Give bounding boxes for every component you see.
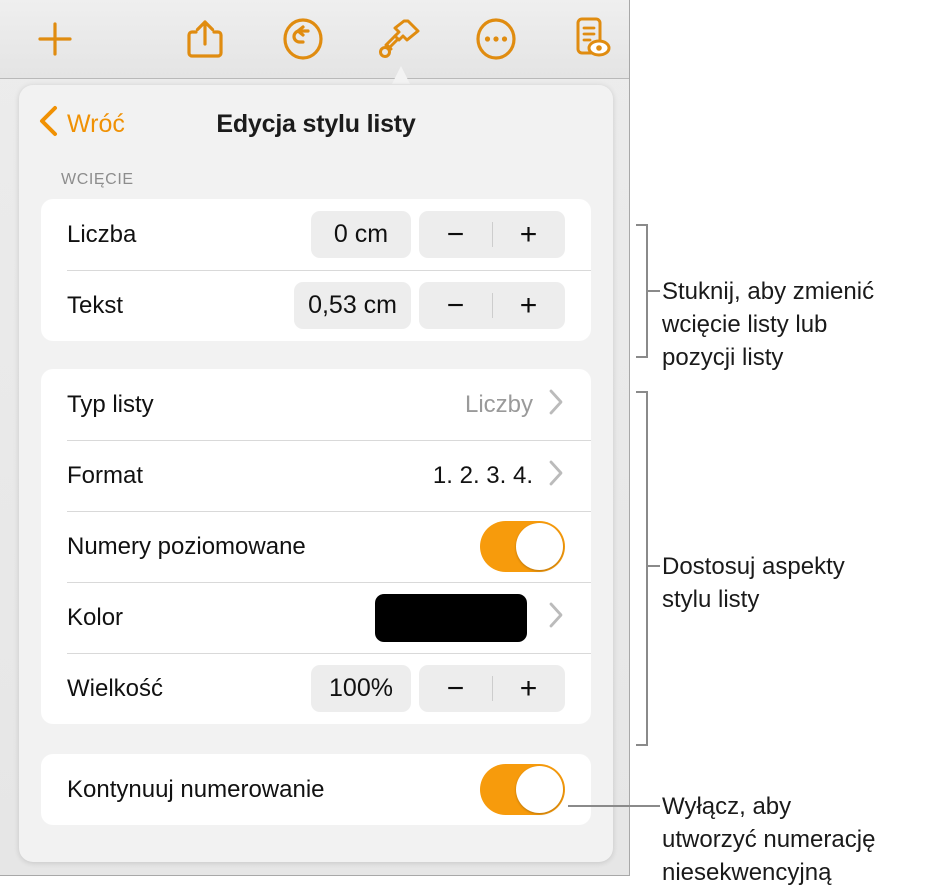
share-button[interactable] [168,9,242,69]
list-type-value: Liczby [464,390,533,418]
size-value[interactable]: 100% [311,665,411,712]
callout-text-2: Dostosuj aspekty stylu listy [662,553,845,613]
callout-bracket-2 [636,391,648,746]
text-indent-value[interactable]: 0,53 cm [294,282,411,329]
number-indent-stepper[interactable]: − + [419,211,565,258]
row-continue-numbering[interactable]: Kontynuuj numerowanie [41,754,591,825]
indent-card: Liczba 0 cm − + Tekst 0,53 cm − + [41,199,591,341]
undo-icon [281,17,325,61]
share-icon [185,17,225,61]
row-label-format: Format [67,461,144,489]
stepper-divider [492,293,493,318]
number-indent-value[interactable]: 0 cm [311,211,411,258]
stepper-divider [492,676,493,701]
undo-button[interactable] [266,9,340,69]
size-plus-button[interactable]: + [492,673,565,704]
toggle-knob [516,523,563,570]
back-button[interactable]: Wróć [37,104,125,145]
row-tiered-numbers[interactable]: Numery poziomowane [41,511,591,582]
chevron-right-icon[interactable] [547,387,565,422]
text-indent-minus-button[interactable]: − [419,290,492,321]
app-toolbar [0,0,629,79]
text-indent-plus-button[interactable]: + [492,290,565,321]
continue-numbering-card: Kontynuuj numerowanie [41,754,591,825]
list-style-popover: Wróć Edycja stylu listy WCIĘCIE Liczba 0… [19,85,613,862]
number-indent-plus-button[interactable]: + [492,219,565,250]
row-label-continue-numbering: Kontynuuj numerowanie [67,775,325,803]
row-label-list-type: Typ listy [67,390,154,418]
chevron-left-icon [37,104,59,145]
row-text-indent[interactable]: Tekst 0,53 cm − + [41,270,591,341]
row-list-type[interactable]: Typ listy Liczby [41,369,591,440]
popover-navbar: Wróć Edycja stylu listy [19,85,613,163]
callout-leader-3 [568,805,660,807]
format-value: 1. 2. 3. 4. [432,461,533,489]
chevron-right-icon[interactable] [547,600,565,635]
callout-text-3: Wyłącz, aby utworzyć numerację niesekwen… [662,793,876,886]
tiered-numbers-toggle[interactable] [480,521,565,572]
row-label-tiered-numbers: Numery poziomowane [67,532,306,560]
continue-numbering-toggle[interactable] [480,764,565,815]
device-frame: Wróć Edycja stylu listy WCIĘCIE Liczba 0… [0,0,630,876]
ellipsis-circle-icon [474,17,518,61]
chevron-right-icon[interactable] [547,458,565,493]
row-label-size: Wielkość [67,674,164,702]
row-number-indent[interactable]: Liczba 0 cm − + [41,199,591,270]
more-button[interactable] [459,9,533,69]
view-button[interactable] [555,9,629,69]
size-stepper[interactable]: − + [419,665,565,712]
document-eye-icon [570,15,614,63]
paintbrush-icon [377,16,423,62]
row-color[interactable]: Kolor [41,582,591,653]
toggle-knob [516,766,563,813]
number-indent-minus-button[interactable]: − [419,219,492,250]
row-label-text-indent: Tekst [67,291,124,319]
row-label-number-indent: Liczba [67,220,137,248]
callout-text-1: Stuknij, aby zmienić wcięcie listy lub p… [662,278,875,371]
color-swatch[interactable] [375,593,527,642]
format-button[interactable] [363,9,437,69]
row-size[interactable]: Wielkość 100% − + [41,653,591,724]
row-format[interactable]: Format 1. 2. 3. 4. [41,440,591,511]
row-label-color: Kolor [67,603,124,631]
stepper-divider [492,222,493,247]
indent-section-header: WCIĘCIE [61,171,134,188]
callout-stem-2 [646,565,660,567]
list-style-card: Typ listy Liczby Format 1. 2. 3. 4. Nume… [41,369,591,724]
back-button-label: Wróć [67,109,125,138]
callout-stem-1 [646,290,660,292]
add-button[interactable] [18,9,92,69]
size-minus-button[interactable]: − [419,673,492,704]
plus-icon [34,18,76,60]
text-indent-stepper[interactable]: − + [419,282,565,329]
